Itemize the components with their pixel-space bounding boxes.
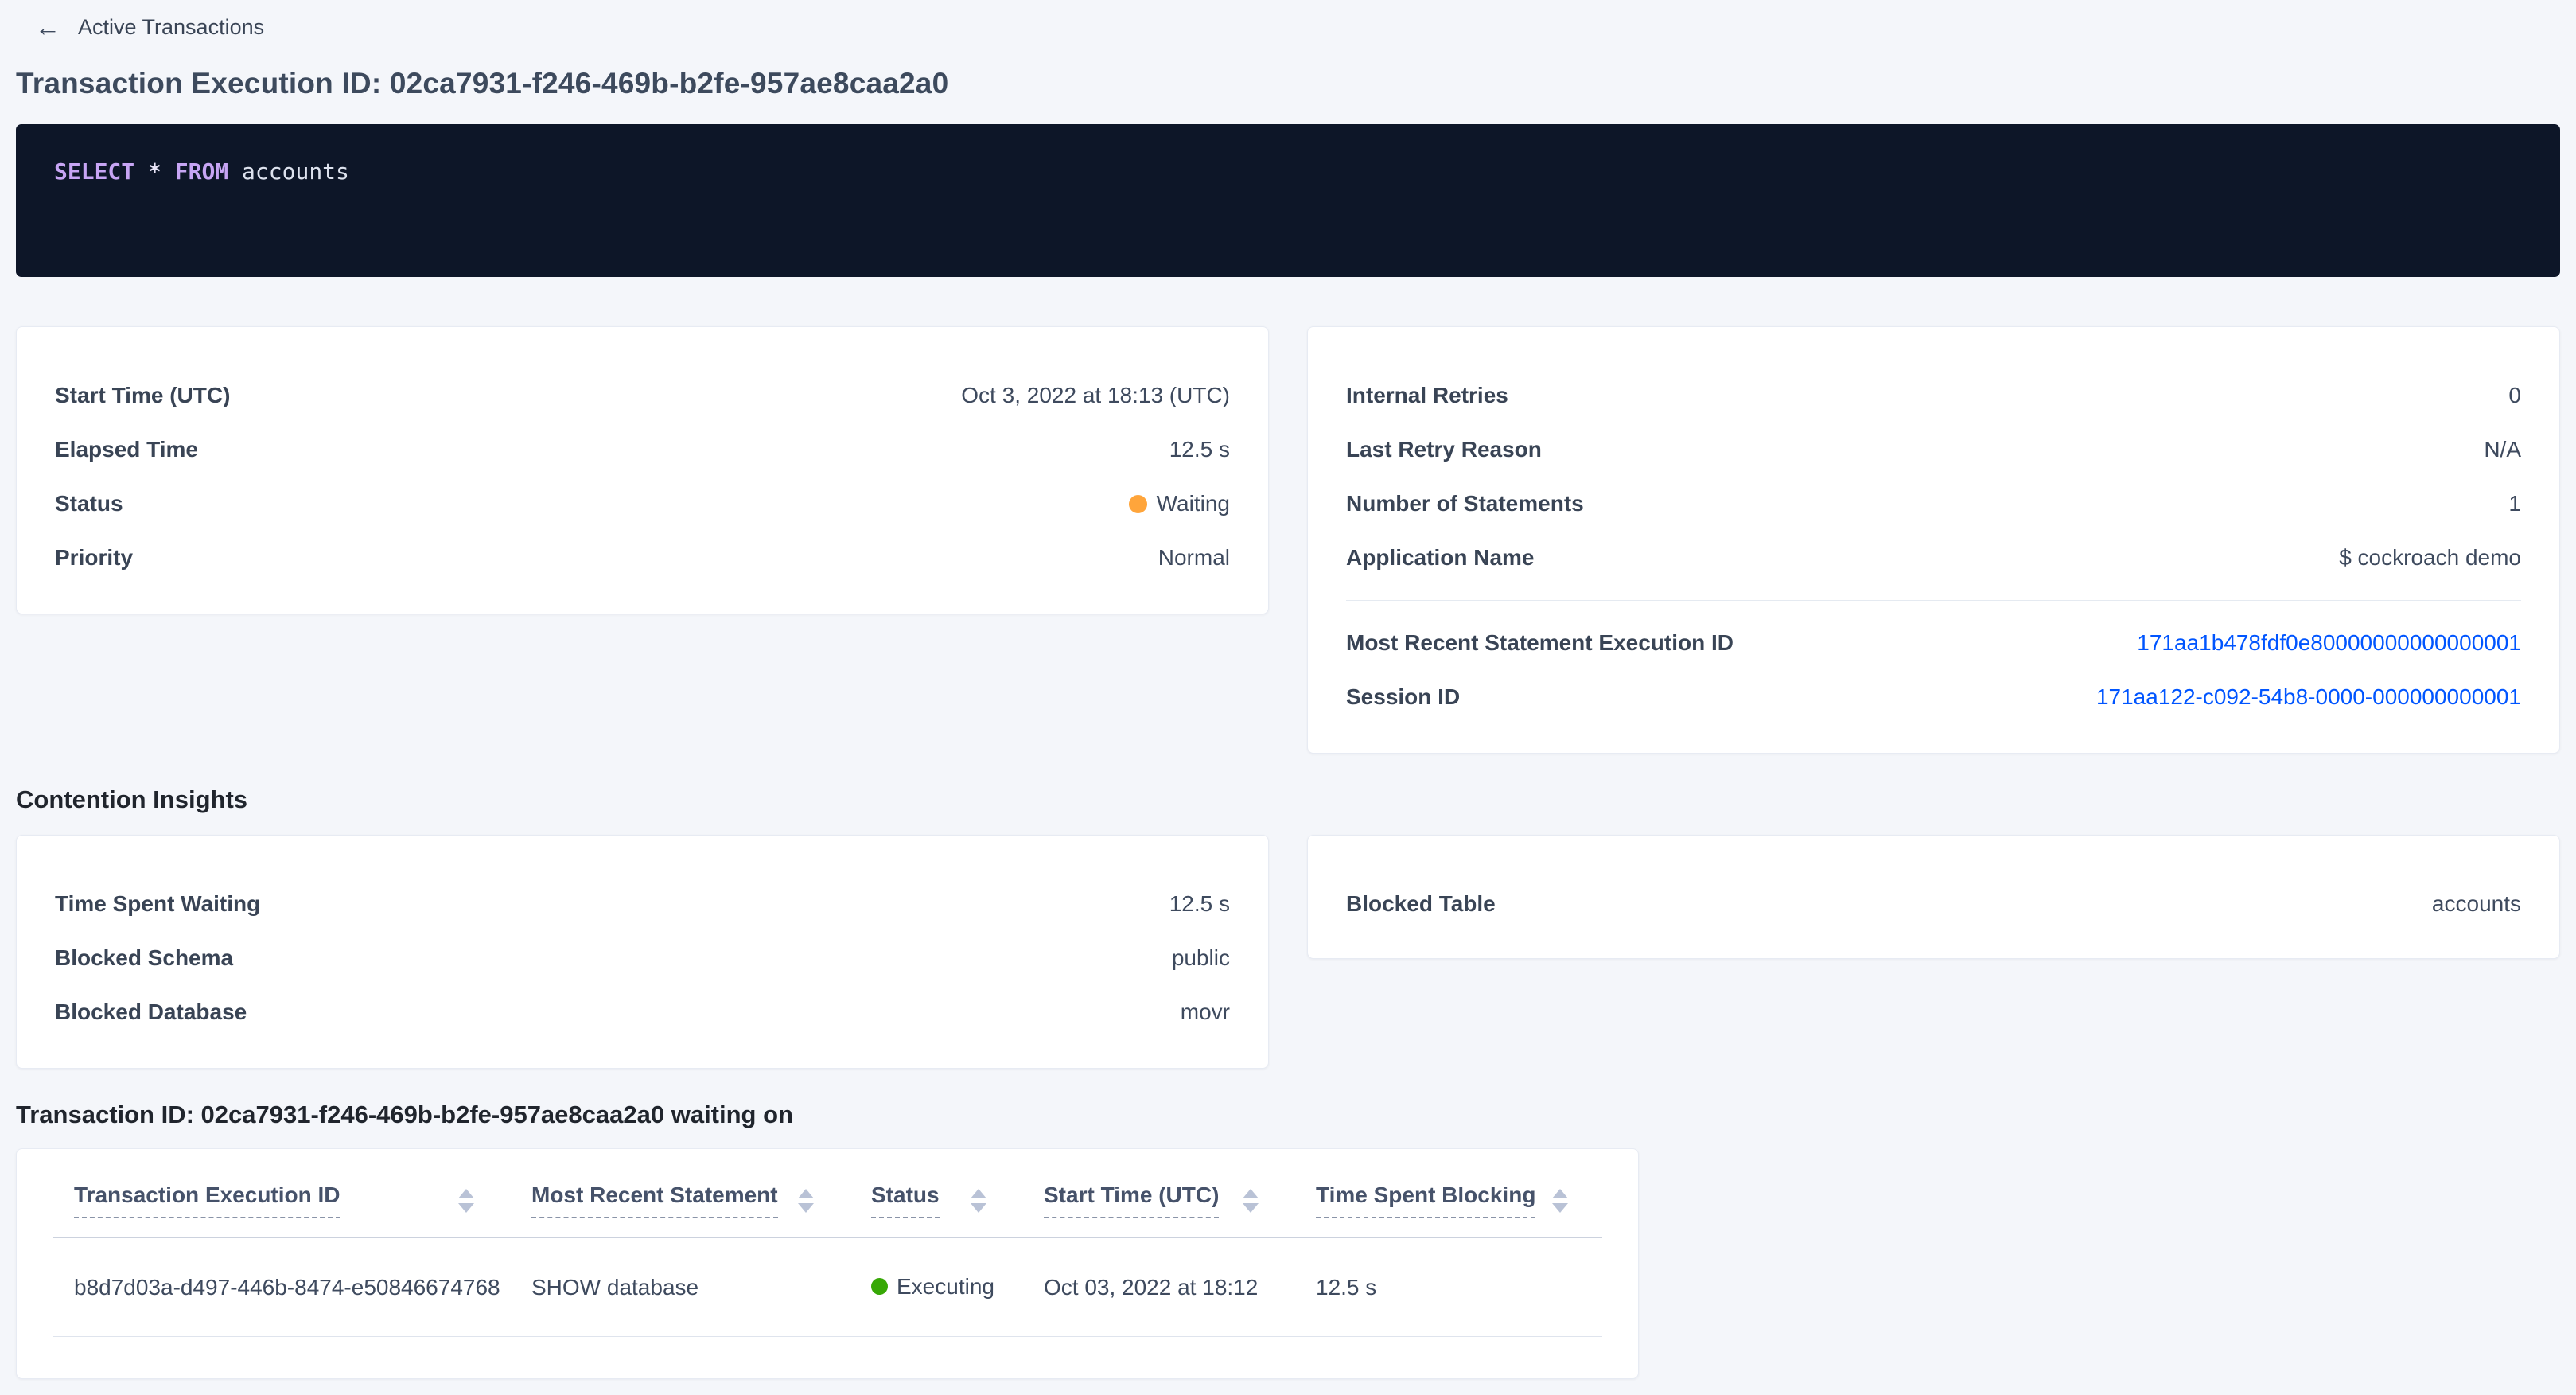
table-bottom-space [53, 1337, 1602, 1378]
number-of-statements-row: Number of Statements 1 [1346, 477, 2521, 531]
blocked-database-label: Blocked Database [55, 999, 247, 1025]
session-id-label: Session ID [1346, 684, 1460, 710]
sql-statement-box: SELECT * FROM accounts [16, 124, 2560, 277]
column-header-label[interactable]: Start Time (UTC) [1044, 1183, 1219, 1218]
summary-card-left: Start Time (UTC) Oct 3, 2022 at 18:13 (U… [16, 326, 1269, 614]
priority-label: Priority [55, 545, 133, 571]
executing-status-dot-icon [871, 1278, 888, 1295]
sql-keyword-select: SELECT [54, 158, 134, 185]
session-id-link[interactable]: 171aa122-c092-54b8-0000-000000000001 [2096, 684, 2521, 709]
contention-card-left: Time Spent Waiting 12.5 s Blocked Schema… [16, 835, 1269, 1069]
blocked-schema-label: Blocked Schema [55, 945, 233, 971]
application-name-row: Application Name $ cockroach demo [1346, 531, 2521, 585]
cell-transaction-execution-id: b8d7d03a-d497-446b-8474-e50846674768 [53, 1275, 510, 1300]
status-text: Waiting [1157, 491, 1230, 516]
back-link-label[interactable]: Active Transactions [78, 15, 264, 40]
sort-icon[interactable] [971, 1189, 986, 1213]
elapsed-time-value: 12.5 s [1169, 437, 1230, 462]
column-header-label[interactable]: Status [871, 1183, 940, 1218]
priority-value: Normal [1158, 545, 1230, 571]
last-retry-reason-label: Last Retry Reason [1346, 437, 1542, 462]
cell-start-time: Oct 03, 2022 at 18:12 [1022, 1275, 1294, 1300]
contention-insights-heading: Contention Insights [16, 785, 2560, 814]
number-of-statements-label: Number of Statements [1346, 491, 1584, 516]
internal-retries-row: Internal Retries 0 [1346, 368, 2521, 423]
cell-status-text: Executing [897, 1274, 994, 1300]
time-spent-waiting-label: Time Spent Waiting [55, 891, 260, 917]
application-name-value: $ cockroach demo [2339, 545, 2521, 571]
blocked-database-row: Blocked Database movr [55, 985, 1230, 1039]
column-header-label[interactable]: Most Recent Statement [531, 1183, 778, 1218]
blocked-table-label: Blocked Table [1346, 891, 1496, 917]
sql-keyword-from: FROM [175, 158, 228, 185]
start-time-row: Start Time (UTC) Oct 3, 2022 at 18:13 (U… [55, 368, 1230, 423]
elapsed-time-row: Elapsed Time 12.5 s [55, 423, 1230, 477]
priority-row: Priority Normal [55, 531, 1230, 585]
column-header-time-spent-blocking[interactable]: Time Spent Blocking [1294, 1183, 1604, 1218]
time-spent-waiting-row: Time Spent Waiting 12.5 s [55, 877, 1230, 931]
statement-execution-id-value: 171aa1b478fdf0e80000000000000001 [2137, 630, 2521, 656]
waiting-status-dot-icon [1129, 495, 1147, 513]
table-row: b8d7d03a-d497-446b-8474-e50846674768 SHO… [53, 1238, 1602, 1337]
cell-status: Executing [850, 1274, 1022, 1301]
column-header-label[interactable]: Time Spent Blocking [1316, 1183, 1535, 1218]
sort-icon[interactable] [1552, 1189, 1568, 1213]
contention-card-right: Blocked Table accounts [1307, 835, 2560, 959]
sql-table-name: accounts [242, 158, 349, 185]
sql-star-token: * [148, 158, 161, 185]
start-time-label: Start Time (UTC) [55, 383, 230, 408]
status-value: Waiting [1129, 491, 1230, 516]
number-of-statements-value: 1 [2508, 491, 2521, 516]
column-header-label[interactable]: Transaction Execution ID [74, 1183, 340, 1218]
blocked-schema-row: Blocked Schema public [55, 931, 1230, 985]
blocked-database-value: movr [1181, 999, 1230, 1025]
sort-icon[interactable] [458, 1189, 474, 1213]
session-id-row: Session ID 171aa122-c092-54b8-0000-00000… [1346, 670, 2521, 724]
status-row: Status Waiting [55, 477, 1230, 531]
blocked-table-row: Blocked Table accounts [1346, 877, 2521, 931]
summary-card-right: Internal Retries 0 Last Retry Reason N/A… [1307, 326, 2560, 754]
session-id-value: 171aa122-c092-54b8-0000-000000000001 [2096, 684, 2521, 710]
column-header-most-recent-statement[interactable]: Most Recent Statement [510, 1183, 850, 1218]
start-time-value: Oct 3, 2022 at 18:13 (UTC) [961, 383, 1230, 408]
time-spent-waiting-value: 12.5 s [1169, 891, 1230, 917]
status-label: Status [55, 491, 123, 516]
cell-time-spent-blocking: 12.5 s [1294, 1275, 1604, 1300]
transaction-details-page: ← Active Transactions Transaction Execut… [0, 0, 2576, 1395]
summary-cards-row: Start Time (UTC) Oct 3, 2022 at 18:13 (U… [16, 326, 2560, 754]
column-header-status[interactable]: Status [850, 1183, 1022, 1218]
statement-execution-id-row: Most Recent Statement Execution ID 171aa… [1346, 616, 2521, 670]
waiting-transactions-table: Transaction Execution ID Most Recent Sta… [16, 1148, 1639, 1379]
back-to-active-transactions-link[interactable]: ← Active Transactions [35, 11, 264, 43]
last-retry-reason-value: N/A [2484, 437, 2521, 462]
elapsed-time-label: Elapsed Time [55, 437, 198, 462]
statement-execution-id-link[interactable]: 171aa1b478fdf0e80000000000000001 [2137, 630, 2521, 655]
contention-cards-row: Time Spent Waiting 12.5 s Blocked Schema… [16, 835, 2560, 1069]
column-header-start-time[interactable]: Start Time (UTC) [1022, 1183, 1294, 1218]
blocked-schema-value: public [1172, 945, 1230, 971]
column-header-transaction-execution-id[interactable]: Transaction Execution ID [53, 1183, 510, 1218]
card-divider [1346, 600, 2521, 601]
last-retry-reason-row: Last Retry Reason N/A [1346, 423, 2521, 477]
internal-retries-label: Internal Retries [1346, 383, 1508, 408]
sort-icon[interactable] [798, 1189, 814, 1213]
blocked-table-value: accounts [2432, 891, 2521, 917]
table-header-row: Transaction Execution ID Most Recent Sta… [53, 1149, 1602, 1238]
internal-retries-value: 0 [2508, 383, 2521, 408]
back-arrow-icon[interactable]: ← [35, 14, 60, 40]
statement-execution-id-label: Most Recent Statement Execution ID [1346, 630, 1734, 656]
page-title: Transaction Execution ID: 02ca7931-f246-… [16, 67, 2560, 100]
cell-most-recent-statement: SHOW database [510, 1275, 850, 1300]
application-name-label: Application Name [1346, 545, 1534, 571]
sort-icon[interactable] [1243, 1189, 1259, 1213]
waiting-on-heading: Transaction ID: 02ca7931-f246-469b-b2fe-… [16, 1101, 2560, 1129]
